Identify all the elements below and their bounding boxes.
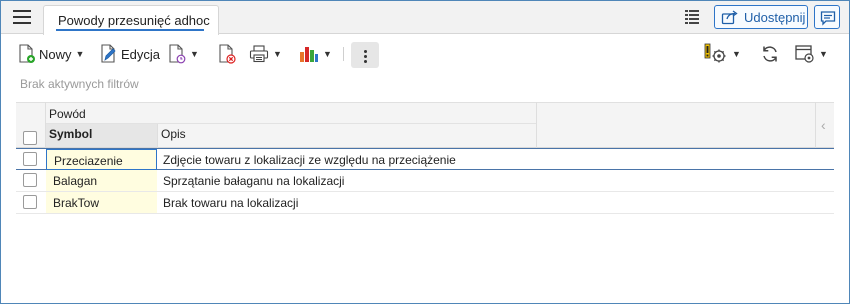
opis-value: Zdjęcie towaru z lokalizacji ze względu … [163, 153, 456, 167]
symbol-cell[interactable]: Przeciazenie [46, 149, 157, 170]
doc-delete-icon [219, 44, 236, 64]
opis-value: Sprzątanie bałaganu na lokalizacji [163, 174, 345, 188]
print-button[interactable]: ▼ [249, 43, 282, 65]
symbol-value: Balagan [53, 174, 98, 188]
chevron-down-icon[interactable]: ▼ [819, 49, 828, 59]
chat-icon [820, 11, 836, 26]
column-header-symbol[interactable]: Symbol [49, 127, 92, 141]
list-view-icon[interactable] [684, 9, 700, 28]
new-doc-icon [19, 44, 35, 63]
column-divider [45, 102, 46, 148]
settings-alert-button[interactable]: ▼ [704, 43, 741, 65]
edit-doc-icon [101, 44, 116, 63]
toolbar: Nowy ▼ Edycja ▼ ▼ ▼ ▼ ▼ [1, 35, 849, 71]
edit-button[interactable]: Edycja [100, 43, 160, 65]
refresh-button[interactable] [760, 43, 780, 65]
share-label: Udostępnij [744, 10, 806, 25]
symbol-cell[interactable]: Balagan [46, 170, 157, 191]
new-label: Nowy [39, 46, 72, 62]
title-bar: Powody przesunięć adhoc Udostępnij [1, 1, 849, 35]
tab-powody[interactable]: Powody przesunięć adhoc [43, 5, 219, 35]
window-settings-icon [795, 45, 814, 63]
more-vert-icon [351, 42, 379, 63]
table-row[interactable]: Przeciazenie Zdjęcie towaru z lokalizacj… [16, 148, 834, 170]
chevron-down-icon[interactable]: ▼ [732, 49, 741, 59]
filter-status: Brak aktywnych filtrów [20, 77, 139, 91]
column-group-header: Powód [49, 107, 86, 121]
refresh-icon [763, 46, 777, 62]
chart-icon [300, 47, 318, 62]
column-divider [157, 124, 158, 148]
opis-value: Brak towaru na lokalizacji [163, 196, 299, 210]
app-window: Powody przesunięć adhoc Udostępnij Nowy … [0, 0, 850, 304]
symbol-cell[interactable]: BrakTow [46, 192, 157, 213]
doc-history-icon [169, 44, 186, 64]
data-grid: Powód Symbol Opis ‹ Przeciazenie Zdjęcie… [16, 102, 834, 214]
new-button[interactable]: Nowy ▼ [18, 43, 84, 65]
table-row[interactable]: Balagan Sprzątanie bałaganu na lokalizac… [16, 170, 834, 192]
tab-active-indicator [56, 29, 204, 31]
chevron-left-icon[interactable]: ‹ [821, 117, 826, 133]
delete-button[interactable] [218, 43, 236, 65]
share-icon [721, 10, 738, 25]
chevron-down-icon[interactable]: ▼ [190, 49, 199, 59]
tab-label: Powody przesunięć adhoc [58, 13, 210, 28]
column-divider [536, 102, 537, 148]
symbol-value: Przeciazenie [54, 154, 123, 168]
row-checkbox[interactable] [23, 173, 37, 187]
history-button[interactable]: ▼ [168, 43, 199, 65]
chevron-down-icon[interactable]: ▼ [323, 49, 332, 59]
row-checkbox[interactable] [23, 195, 37, 209]
window-settings-button[interactable]: ▼ [795, 43, 828, 65]
menu-icon[interactable] [13, 10, 31, 24]
symbol-value: BrakTow [53, 196, 100, 210]
toolbar-separator [343, 47, 344, 61]
column-header-opis[interactable]: Opis [161, 127, 186, 141]
print-icon [249, 45, 269, 63]
select-all-checkbox[interactable] [23, 131, 37, 145]
settings-alert-icon [704, 43, 726, 63]
chart-button[interactable]: ▼ [299, 43, 332, 65]
more-options-button[interactable] [351, 42, 379, 68]
chevron-down-icon[interactable]: ▼ [273, 49, 282, 59]
chat-button[interactable] [814, 5, 840, 29]
chevron-down-icon[interactable]: ▼ [76, 49, 85, 59]
share-button[interactable]: Udostępnij [714, 5, 808, 29]
column-divider [815, 102, 816, 148]
edit-label: Edycja [121, 46, 161, 62]
row-checkbox[interactable] [23, 152, 37, 166]
table-row[interactable]: BrakTow Brak towaru na lokalizacji [16, 192, 834, 214]
